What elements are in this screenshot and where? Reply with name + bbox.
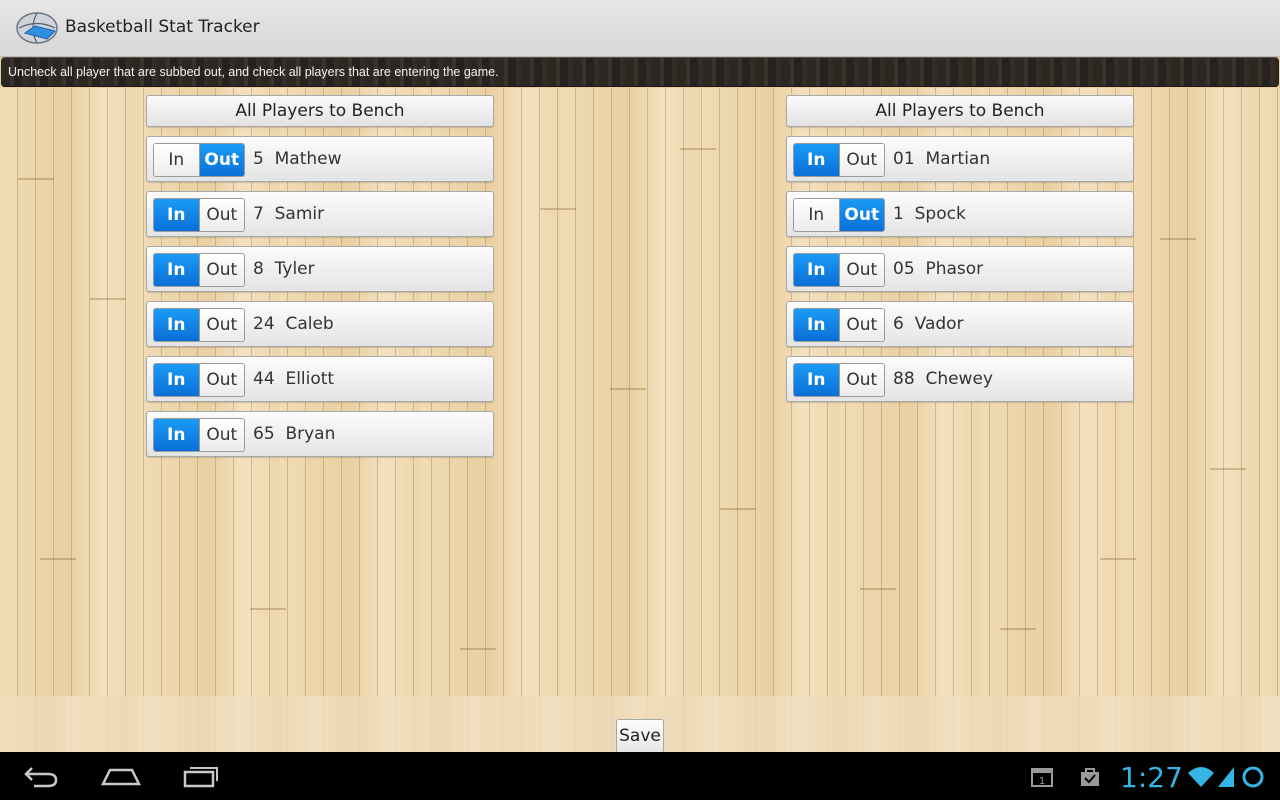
player-name: Bryan (285, 424, 336, 444)
player-row: In Out 88 Chewey (786, 356, 1134, 402)
signal-ring-icon (1242, 766, 1264, 788)
player-number-name: 88 Chewey (893, 369, 993, 389)
player-name: Tyler (274, 259, 315, 279)
player-number: 7 (253, 204, 264, 224)
system-navigation-bar: 1 1:27 (0, 752, 1280, 800)
left-all-players-to-bench-button[interactable]: All Players to Bench (146, 95, 494, 127)
back-icon[interactable] (22, 762, 60, 790)
app-title: Basketball Stat Tracker (65, 17, 260, 37)
player-row: In Out 01 Martian (786, 136, 1134, 182)
player-number-name: 05 Phasor (893, 259, 983, 279)
player-number-name: 8 Tyler (253, 259, 315, 279)
player-name: Elliott (285, 369, 335, 389)
player-number: 01 (893, 149, 915, 169)
out-toggle-option[interactable]: Out (838, 364, 884, 396)
player-row: In Out 1 Spock (786, 191, 1134, 237)
in-out-toggle[interactable]: In Out (793, 308, 885, 342)
player-number: 88 (893, 369, 915, 389)
out-toggle-option[interactable]: Out (838, 254, 884, 286)
right-all-players-to-bench-button[interactable]: All Players to Bench (786, 95, 1134, 127)
in-out-toggle[interactable]: In Out (793, 363, 885, 397)
out-toggle-option[interactable]: Out (198, 199, 244, 231)
player-number-name: 44 Elliott (253, 369, 334, 389)
player-name: Samir (274, 204, 325, 224)
in-toggle-option[interactable]: In (154, 419, 199, 451)
player-row: In Out 65 Bryan (146, 411, 494, 457)
action-bar: Basketball Stat Tracker (0, 0, 1280, 57)
player-name: Caleb (285, 314, 334, 334)
recent-apps-icon[interactable] (182, 762, 220, 790)
in-out-toggle[interactable]: In Out (153, 143, 245, 177)
out-toggle-option[interactable]: Out (838, 144, 884, 176)
shopping-bag-icon[interactable] (1078, 765, 1102, 789)
in-out-toggle[interactable]: In Out (153, 253, 245, 287)
player-name: Chewey (925, 369, 993, 389)
player-row: In Out 7 Samir (146, 191, 494, 237)
basketball-app-icon[interactable] (15, 9, 59, 47)
player-row: In Out 6 Vador (786, 301, 1134, 347)
instruction-text: Uncheck all player that are subbed out, … (8, 65, 499, 79)
player-number: 44 (253, 369, 275, 389)
status-clock: 1:27 (1120, 761, 1183, 794)
player-number: 05 (893, 259, 915, 279)
out-toggle-option[interactable]: Out (198, 254, 244, 286)
out-toggle-option[interactable]: Out (198, 364, 244, 396)
player-number: 65 (253, 424, 275, 444)
player-row: In Out 44 Elliott (146, 356, 494, 402)
player-number-name: 6 Vador (893, 314, 964, 334)
instruction-bar: Uncheck all player that are subbed out, … (1, 57, 1279, 87)
player-name: Martian (925, 149, 991, 169)
player-name: Mathew (274, 149, 342, 169)
player-number-name: 01 Martian (893, 149, 990, 169)
calendar-icon[interactable]: 1 (1030, 766, 1054, 788)
in-out-toggle[interactable]: In Out (793, 143, 885, 177)
out-toggle-option[interactable]: Out (198, 309, 244, 341)
out-toggle-option[interactable]: Out (198, 144, 244, 176)
in-out-toggle[interactable]: In Out (153, 418, 245, 452)
cell-signal-icon (1218, 767, 1234, 787)
player-number-name: 65 Bryan (253, 424, 335, 444)
in-toggle-option[interactable]: In (794, 199, 839, 231)
svg-text:1: 1 (1039, 776, 1045, 787)
player-number-name: 1 Spock (893, 204, 966, 224)
save-button[interactable]: Save (616, 719, 664, 753)
player-name: Spock (914, 204, 966, 224)
out-toggle-option[interactable]: Out (198, 419, 244, 451)
player-number: 8 (253, 259, 264, 279)
player-number-name: 7 Samir (253, 204, 324, 224)
in-out-toggle[interactable]: In Out (793, 253, 885, 287)
in-out-toggle[interactable]: In Out (793, 198, 885, 232)
player-name: Vador (914, 314, 964, 334)
player-name: Phasor (925, 259, 984, 279)
in-out-toggle[interactable]: In Out (153, 363, 245, 397)
in-toggle-option[interactable]: In (794, 309, 839, 341)
in-out-toggle[interactable]: In Out (153, 198, 245, 232)
in-toggle-option[interactable]: In (154, 364, 199, 396)
player-number-name: 24 Caleb (253, 314, 334, 334)
player-number: 6 (893, 314, 904, 334)
in-toggle-option[interactable]: In (154, 144, 199, 176)
player-number: 24 (253, 314, 275, 334)
in-toggle-option[interactable]: In (154, 199, 199, 231)
player-row: In Out 05 Phasor (786, 246, 1134, 292)
player-row: In Out 8 Tyler (146, 246, 494, 292)
player-number-name: 5 Mathew (253, 149, 342, 169)
player-number: 1 (893, 204, 904, 224)
out-toggle-option[interactable]: Out (838, 199, 884, 231)
player-row: In Out 5 Mathew (146, 136, 494, 182)
out-toggle-option[interactable]: Out (838, 309, 884, 341)
home-icon[interactable] (100, 762, 142, 790)
in-toggle-option[interactable]: In (154, 309, 199, 341)
wifi-icon (1188, 767, 1214, 787)
in-toggle-option[interactable]: In (794, 254, 839, 286)
in-out-toggle[interactable]: In Out (153, 308, 245, 342)
in-toggle-option[interactable]: In (794, 144, 839, 176)
player-number: 5 (253, 149, 264, 169)
player-row: In Out 24 Caleb (146, 301, 494, 347)
in-toggle-option[interactable]: In (154, 254, 199, 286)
in-toggle-option[interactable]: In (794, 364, 839, 396)
